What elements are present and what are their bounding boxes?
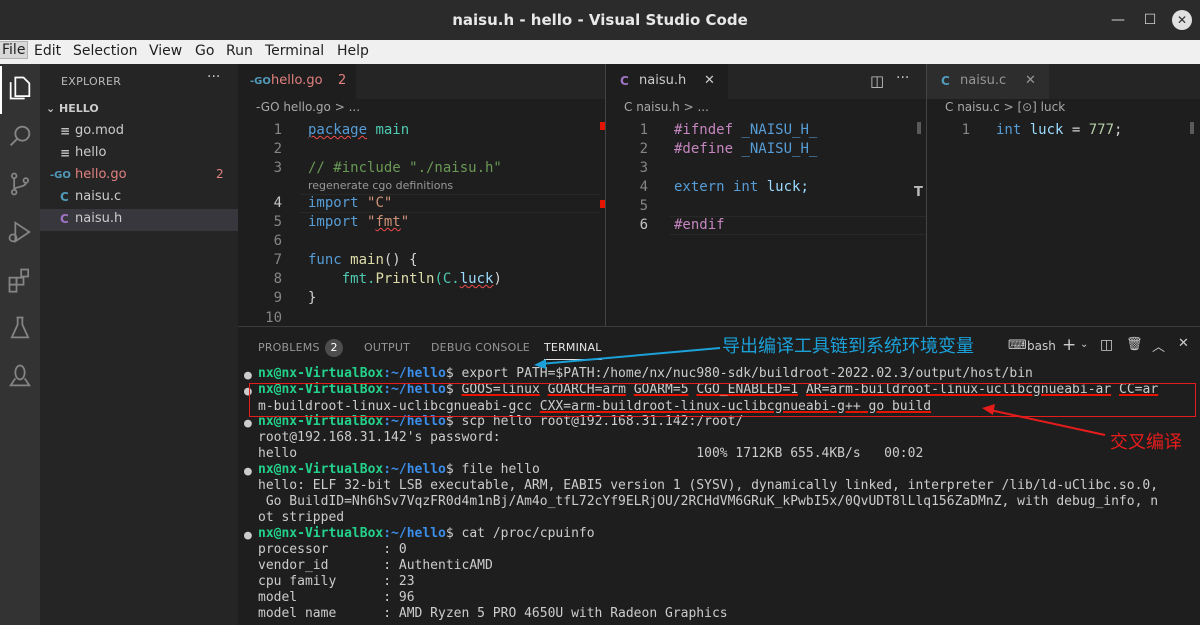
annotation-export-label: 导出编译工具链到系统环境变量 (722, 336, 974, 357)
annotation-arrows (534, 347, 1106, 436)
annotation-arrow-red (989, 409, 1106, 436)
annotation-arrow-blue (539, 347, 721, 365)
annotation-arrowhead-blue (534, 359, 546, 369)
annotation-cross-label: 交叉编译 (1110, 432, 1182, 453)
annotation-arrowhead-red (982, 404, 995, 415)
